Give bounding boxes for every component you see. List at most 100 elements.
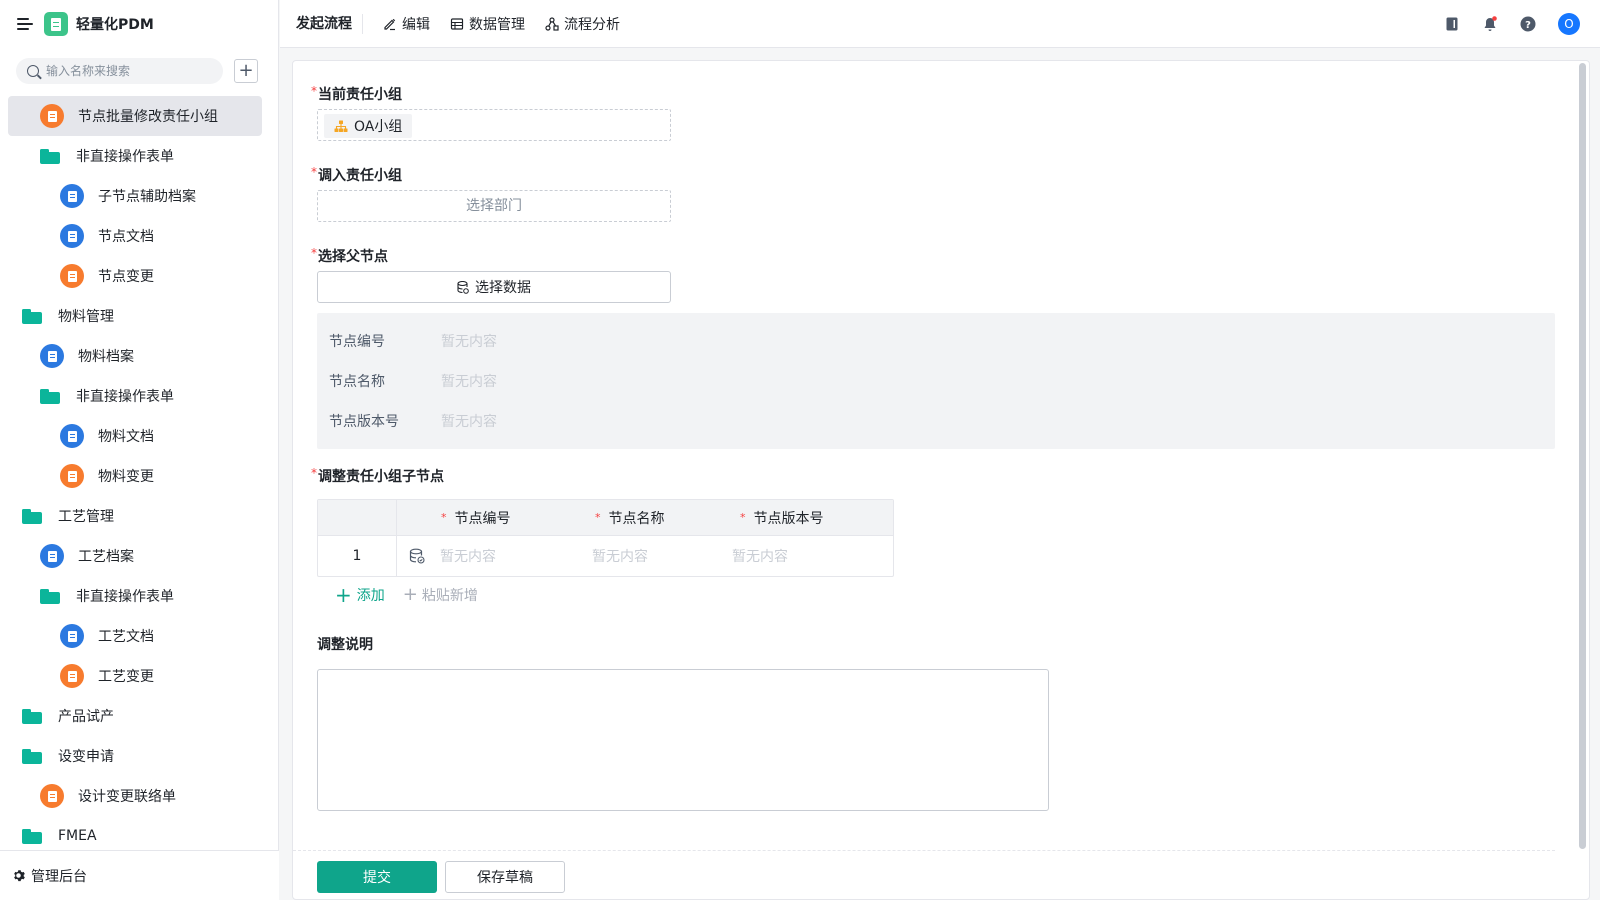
org-chart-icon <box>334 120 348 132</box>
note-label: 调整说明 <box>317 637 373 653</box>
search-icon <box>27 65 39 77</box>
sidebar-item-label: 物料管理 <box>58 309 114 325</box>
data-manage-button[interactable]: 数据管理 <box>450 14 525 34</box>
document-icon <box>60 664 84 688</box>
info-row-node-name: 节点名称 暂无内容 <box>329 371 497 391</box>
document-icon <box>40 344 64 368</box>
sidebar-item-label: 非直接操作表单 <box>76 589 174 605</box>
add-row-button[interactable]: + 添加 <box>335 585 385 605</box>
plus-icon: + <box>402 584 418 605</box>
sidebar-item-label: 工艺管理 <box>58 509 114 525</box>
edit-button[interactable]: 编辑 <box>383 14 430 34</box>
folder-icon <box>40 388 60 404</box>
sidebar-item-material-archive[interactable]: 物料档案 <box>8 336 262 376</box>
sidebar-search-row: + <box>16 58 268 84</box>
info-row-node-code: 节点编号 暂无内容 <box>329 331 497 351</box>
flow-chart-icon <box>545 16 559 31</box>
sidebar-item-label: 节点批量修改责任小组 <box>78 109 218 125</box>
gear-icon <box>14 870 25 882</box>
sidebar-item-node-docs[interactable]: 节点文档 <box>8 216 262 256</box>
child-nodes-label-text: 调整责任小组子节点 <box>318 469 444 485</box>
notebook-icon[interactable] <box>1444 16 1460 32</box>
sidebar-item-material-change[interactable]: 物料变更 <box>8 456 262 496</box>
app-name: 轻量化PDM <box>76 17 154 33</box>
sidebar-item-material-mgmt[interactable]: 物料管理 <box>8 296 262 336</box>
group-tag: OA小组 <box>324 114 413 138</box>
app-header: 轻量化PDM <box>0 0 279 48</box>
sidebar-item-label: 物料档案 <box>78 349 134 365</box>
sidebar-item-label: FMEA <box>58 828 97 844</box>
select-data-icon[interactable] <box>409 548 425 564</box>
column-header-text: 节点编号 <box>454 510 511 527</box>
current-group-field[interactable]: OA小组 <box>317 109 671 141</box>
admin-console-link[interactable]: 管理后台 <box>0 850 279 900</box>
sidebar-item-process-mgmt[interactable]: 工艺管理 <box>8 496 262 536</box>
sidebar-item-indirect-forms[interactable]: 非直接操作表单 <box>8 376 262 416</box>
help-icon[interactable]: ? <box>1520 16 1536 32</box>
vertical-scrollbar[interactable] <box>1579 63 1586 849</box>
svg-text:?: ? <box>1525 20 1531 31</box>
menu-toggle-icon[interactable] <box>17 17 33 31</box>
department-select[interactable]: 选择部门 <box>317 190 671 222</box>
sidebar-item-label: 节点文档 <box>98 229 154 245</box>
folder-icon <box>22 708 42 724</box>
database-icon <box>457 280 469 294</box>
document-icon <box>60 464 84 488</box>
bell-icon[interactable] <box>1482 16 1498 32</box>
sidebar-item-batch-group[interactable]: 节点批量修改责任小组 <box>8 96 262 136</box>
column-header-node-code: * 节点编号 <box>397 500 554 535</box>
note-textarea[interactable] <box>317 669 1049 811</box>
document-icon <box>60 624 84 648</box>
cell-text: 暂无内容 <box>592 549 648 565</box>
tab-start-flow[interactable]: 发起流程 <box>280 13 363 34</box>
search-box[interactable] <box>16 58 223 84</box>
parent-node-info: 节点编号 暂无内容 节点名称 暂无内容 节点版本号 暂无内容 <box>317 313 1555 449</box>
add-item-button[interactable]: + <box>234 59 258 83</box>
sidebar-item-label: 设变申请 <box>58 749 114 765</box>
sidebar-item-trial-production[interactable]: 产品试产 <box>8 696 262 736</box>
sidebar-item-indirect-forms[interactable]: 非直接操作表单 <box>8 576 262 616</box>
table-header: * 节点编号 * 节点名称 * 节点版本号 <box>318 500 893 536</box>
document-icon <box>60 264 84 288</box>
user-avatar[interactable]: O <box>1558 13 1580 35</box>
target-group-label: *调入责任小组 <box>311 165 402 185</box>
sidebar-item-change-request[interactable]: 设变申请 <box>8 736 262 776</box>
sidebar-item-material-docs[interactable]: 物料文档 <box>8 416 262 456</box>
sidebar-item-indirect-forms[interactable]: 非直接操作表单 <box>8 136 262 176</box>
select-data-button[interactable]: 选择数据 <box>317 271 671 303</box>
sidebar-item-process-archive[interactable]: 工艺档案 <box>8 536 262 576</box>
required-mark: * <box>311 246 317 260</box>
document-icon <box>60 424 84 448</box>
submit-button[interactable]: 提交 <box>317 861 437 893</box>
sidebar-item-label: 工艺档案 <box>78 549 134 565</box>
sidebar-item-label: 物料变更 <box>98 469 154 485</box>
document-icon <box>60 184 84 208</box>
cell-node-version[interactable]: 暂无内容 <box>704 536 893 576</box>
sidebar-item-label: 产品试产 <box>58 709 114 725</box>
form-panel: *当前责任小组 OA小组 *调入责任小组 选择部门 *选择父节点 选择数据 节点… <box>292 60 1590 900</box>
sidebar-item-process-change[interactable]: 工艺变更 <box>8 656 262 696</box>
sidebar-item-label: 工艺文档 <box>98 629 154 645</box>
sidebar-item-child-node-archive[interactable]: 子节点辅助档案 <box>8 176 262 216</box>
column-header-node-version: * 节点版本号 <box>704 500 893 535</box>
parent-node-label: *选择父节点 <box>311 246 388 266</box>
required-mark: * <box>311 165 317 179</box>
sidebar-item-node-change[interactable]: 节点变更 <box>8 256 262 296</box>
cell-node-code[interactable]: 暂无内容 <box>397 536 554 576</box>
department-placeholder: 选择部门 <box>466 198 522 214</box>
column-header-node-name: * 节点名称 <box>554 500 704 535</box>
document-icon <box>60 224 84 248</box>
cell-node-name[interactable]: 暂无内容 <box>554 536 704 576</box>
save-draft-button[interactable]: 保存草稿 <box>445 861 565 893</box>
parent-node-label-text: 选择父节点 <box>318 249 388 265</box>
sidebar-item-process-docs[interactable]: 工艺文档 <box>8 616 262 656</box>
paste-add-button[interactable]: + 粘贴新增 <box>403 585 478 605</box>
folder-icon <box>22 308 42 324</box>
search-input[interactable] <box>46 64 211 78</box>
info-key: 节点编号 <box>329 334 385 350</box>
sidebar-item-design-change-notice[interactable]: 设计变更联络单 <box>8 776 262 816</box>
toolbar-right: ? O <box>1444 0 1600 48</box>
flow-analysis-button[interactable]: 流程分析 <box>545 14 620 34</box>
document-icon <box>40 544 64 568</box>
target-group-label-text: 调入责任小组 <box>318 168 402 184</box>
